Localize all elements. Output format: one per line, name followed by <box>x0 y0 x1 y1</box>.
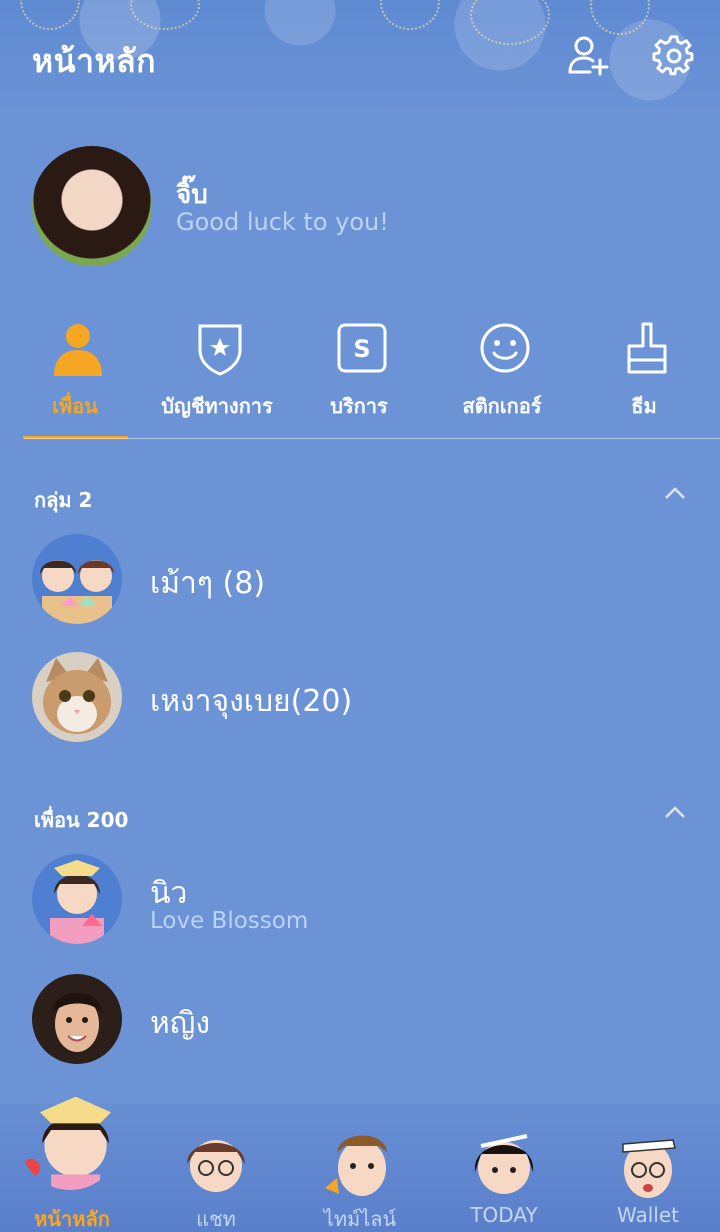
menu-label: สติกเกอร์ <box>462 394 542 418</box>
smiley-icon <box>480 323 530 373</box>
friend-avatar <box>32 854 122 944</box>
person-icon <box>54 324 102 376</box>
group-avatar <box>32 534 122 624</box>
menu-label: บริการ <box>330 394 388 418</box>
list-item[interactable]: เม้าๆ (8) <box>32 534 692 626</box>
menu-item-stickers[interactable]: สติกเกอร์ <box>430 320 574 438</box>
group-name: เม้าๆ (8) <box>150 566 266 601</box>
svg-text:S: S <box>353 335 370 363</box>
service-s-icon: S <box>337 323 387 373</box>
top-header: หน้าหลัก <box>0 0 720 110</box>
chevron-up-icon[interactable] <box>664 486 686 500</box>
character-icon <box>187 1140 245 1192</box>
nav-label: Wallet <box>616 1203 679 1227</box>
group-name: เหงาจุงเบย(20) <box>150 684 353 719</box>
shield-star-icon <box>198 324 242 376</box>
menu-item-friends[interactable]: เพื่อน <box>3 320 147 438</box>
nav-wallet[interactable]: Wallet <box>576 1104 720 1232</box>
profile-avatar[interactable] <box>32 146 152 266</box>
menu-label: บัญชีทางการ <box>161 394 273 418</box>
gear-icon[interactable] <box>652 34 696 78</box>
divider <box>24 438 720 439</box>
add-friend-icon[interactable] <box>566 34 610 78</box>
menu-label: ธีม <box>631 394 657 418</box>
group-avatar <box>32 652 122 742</box>
nav-label: ไทม์ไลน์ <box>323 1207 397 1231</box>
profile-status-message: Good luck to you! <box>176 208 389 236</box>
menu-label: เพื่อน <box>52 394 98 418</box>
groups-section-header: กลุ่ม 2 <box>34 488 93 512</box>
nav-label: แชท <box>196 1207 236 1231</box>
list-item[interactable]: หญิง <box>32 974 692 1066</box>
menu-item-official-accounts[interactable]: บัญชีทางการ <box>145 320 289 438</box>
nav-label: หน้าหลัก <box>34 1207 110 1231</box>
menu-item-themes[interactable]: ธีม <box>572 320 716 438</box>
list-item[interactable]: เหงาจุงเบย(20) <box>32 652 692 744</box>
nav-label: TODAY <box>470 1203 538 1227</box>
character-icon <box>22 1096 112 1190</box>
page-title: หน้าหลัก <box>32 42 157 80</box>
my-profile[interactable]: จิ๊บ Good luck to you! <box>32 146 692 266</box>
brush-icon <box>627 322 667 374</box>
home-menu: เพื่อน บัญชีทางการ S บริการ สติกเกอร์ ธี… <box>0 320 720 440</box>
nav-home[interactable]: หน้าหลัก <box>0 1096 144 1232</box>
chevron-up-icon[interactable] <box>664 805 686 819</box>
friend-avatar <box>32 974 122 1064</box>
nav-timeline[interactable]: ไทม์ไลน์ <box>288 1104 432 1232</box>
nav-chat[interactable]: แชท <box>144 1104 288 1232</box>
bottom-navigation: หน้าหลัก แชท ไทม์ไลน์ TODAY Wallet <box>0 1096 720 1232</box>
nav-today[interactable]: TODAY <box>432 1104 576 1232</box>
friend-name: หญิง <box>150 1006 210 1041</box>
friend-status-message: Love Blossom <box>150 908 309 934</box>
character-icon <box>325 1135 387 1196</box>
friends-section-header: เพื่อน 200 <box>34 808 129 832</box>
character-icon <box>622 1139 676 1198</box>
list-item[interactable]: นิว Love Blossom <box>32 854 692 946</box>
menu-item-services[interactable]: S บริการ <box>287 320 431 438</box>
character-icon <box>474 1134 534 1194</box>
